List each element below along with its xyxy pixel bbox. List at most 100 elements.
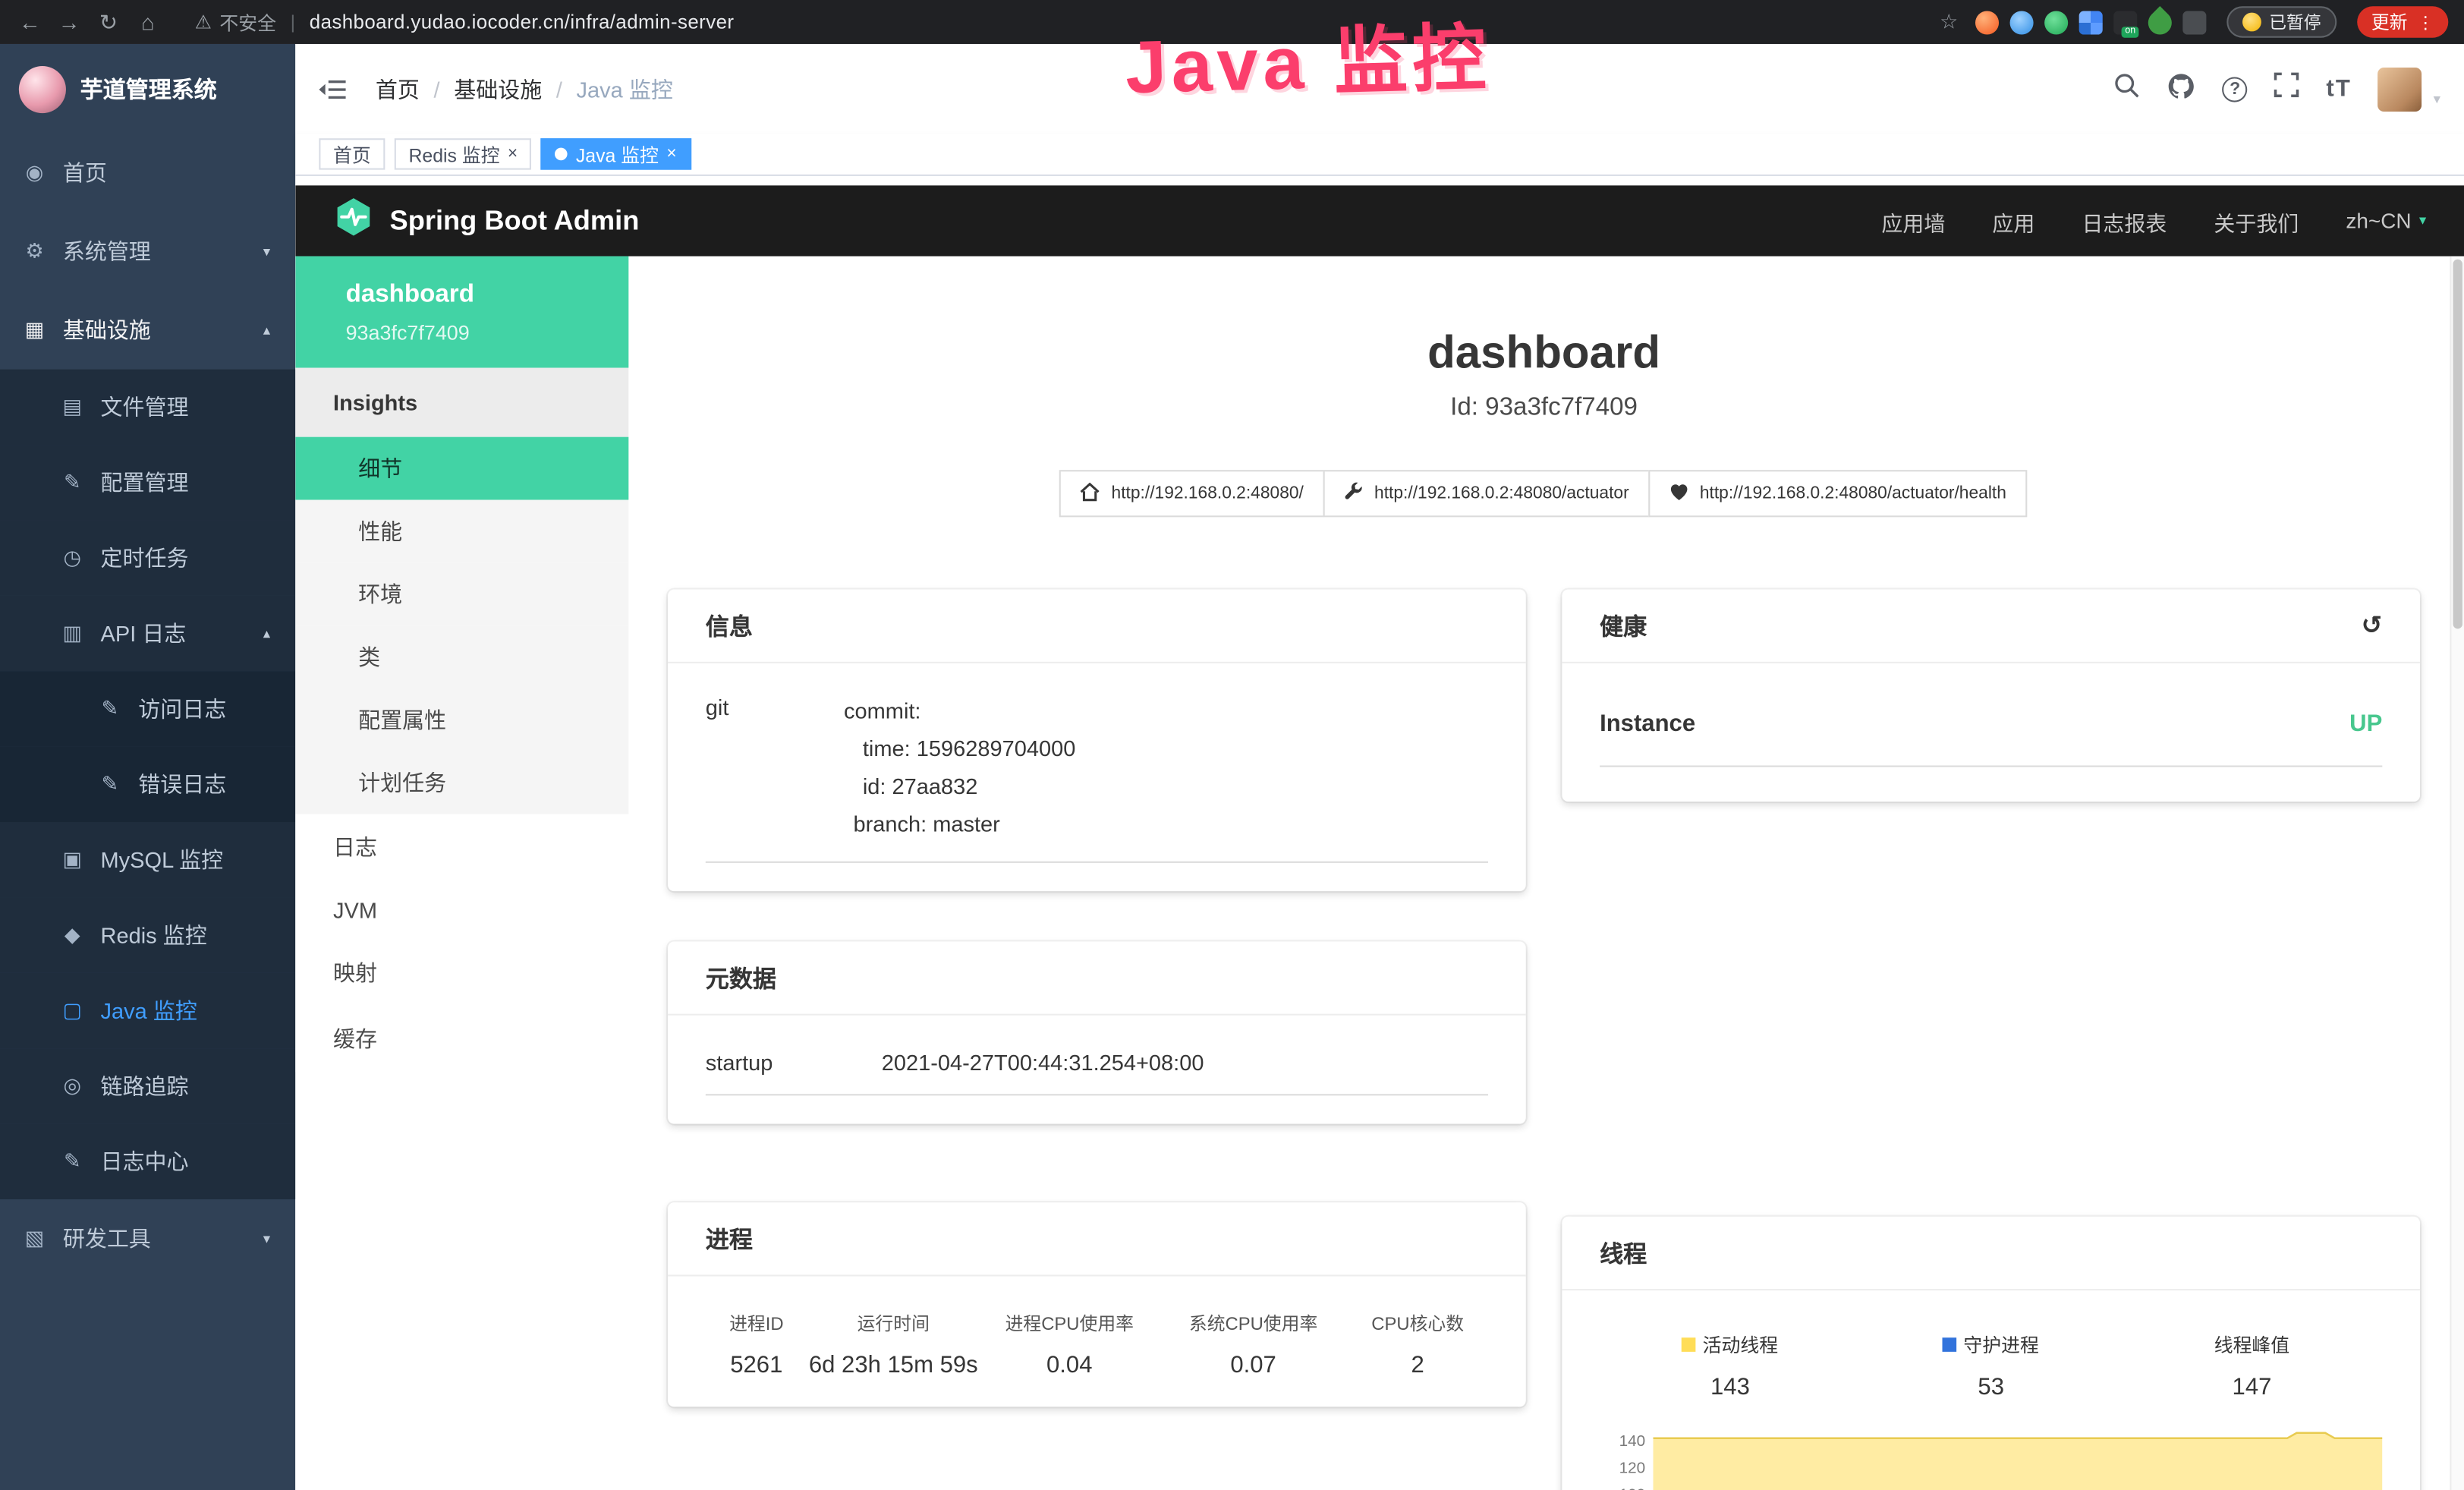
- tab-home[interactable]: 首页: [319, 138, 385, 169]
- tab-redis-monitor[interactable]: Redis 监控 ×: [395, 138, 532, 169]
- help-icon[interactable]: ?: [2223, 76, 2248, 101]
- instance-links: http://192.168.0.2:48080/ http://192.168…: [668, 470, 2420, 517]
- sidebar-item-redis-monitor[interactable]: ◆ Redis 监控: [0, 897, 295, 972]
- tab-java-monitor[interactable]: Java 监控 ×: [541, 138, 691, 169]
- sba-item-scheduled-tasks[interactable]: 计划任务: [295, 751, 628, 814]
- font-size-icon[interactable]: tT: [2326, 75, 2351, 102]
- process-card: 进程 进程ID5261 运行时间6d 23h 15m 59s 进程CPU使用率0…: [668, 1202, 1526, 1407]
- extension-green-icon[interactable]: [2044, 10, 2068, 33]
- sba-nav: 应用墙 应用 日志报表 关于我们 zh~CN ▾: [1881, 205, 2426, 236]
- log-icon: ▥: [60, 621, 85, 646]
- sba-item-config-props[interactable]: 配置属性: [295, 688, 628, 751]
- breadcrumb: 首页 / 基础设施 / Java 监控: [376, 73, 673, 104]
- close-icon[interactable]: ×: [508, 146, 518, 163]
- fullscreen-icon[interactable]: [2274, 72, 2299, 105]
- extension-fox-icon[interactable]: [1975, 10, 1999, 33]
- sba-nav-applications[interactable]: 应用: [1992, 205, 2034, 236]
- sidebar-fold-icon[interactable]: [319, 78, 347, 100]
- sidebar-item-access-logs[interactable]: ✎ 访问日志: [0, 671, 295, 746]
- search-icon[interactable]: [2114, 71, 2141, 106]
- health-card-title: 健康: [1600, 609, 1647, 641]
- paused-badge[interactable]: 已暂停: [2226, 6, 2337, 37]
- legend-blue-swatch: [1943, 1337, 1958, 1352]
- sba-section-insights[interactable]: Insights: [295, 368, 628, 437]
- sidebar-item-scheduled-tasks[interactable]: ◷ 定时任务: [0, 520, 295, 595]
- tools-icon: ▧: [22, 1226, 47, 1251]
- status-badge: UP: [2349, 710, 2382, 737]
- chevron-down-icon: ▾: [263, 1230, 270, 1247]
- extensions-puzzle-icon[interactable]: [2182, 10, 2206, 33]
- history-icon[interactable]: ↺: [2362, 610, 2383, 641]
- sba-item-classes[interactable]: 类: [295, 625, 628, 688]
- sidebar-item-api-logs[interactable]: ▥ API 日志 ▴: [0, 596, 295, 671]
- address-bar[interactable]: ⚠ 不安全 | dashboard.yudao.iocoder.cn/infra…: [195, 8, 735, 35]
- sba-item-metrics[interactable]: 性能: [295, 500, 628, 563]
- git-info-row: git commit: time: 1596289704000 id: 27aa…: [706, 691, 1488, 863]
- infrastructure-icon: ▦: [22, 317, 47, 342]
- metadata-card: 元数据 startup 2021-04-27T00:44:31.254+08:0…: [668, 941, 1526, 1123]
- extension-on-badge-icon[interactable]: on: [2113, 10, 2137, 33]
- breadcrumb-infrastructure[interactable]: 基础设施: [454, 73, 542, 104]
- breadcrumb-current: Java 监控: [577, 73, 673, 104]
- tab-bar: 首页 Redis 监控 × Java 监控 ×: [295, 134, 2464, 176]
- browser-chrome: ← → ↻ ⌂ ⚠ 不安全 | dashboard.yudao.iocoder.…: [0, 0, 2464, 44]
- sidebar-item-log-center[interactable]: ✎ 日志中心: [0, 1124, 295, 1199]
- locale-dropdown[interactable]: zh~CN ▾: [2346, 209, 2426, 232]
- database-icon: ▣: [60, 847, 85, 872]
- sidebar-item-dev-tools[interactable]: ▧ 研发工具 ▾: [0, 1199, 295, 1278]
- service-url-link[interactable]: http://192.168.0.2:48080/: [1059, 470, 1324, 517]
- scrollbar-thumb[interactable]: [2453, 260, 2462, 629]
- app-logo[interactable]: 芋道管理系统: [0, 44, 295, 134]
- warning-icon: ⚠: [195, 11, 212, 33]
- sba-brand[interactable]: Spring Boot Admin: [333, 197, 639, 245]
- sidebar-item-java-monitor[interactable]: ▢ Java 监控: [0, 973, 295, 1048]
- sidebar-item-system[interactable]: ⚙ 系统管理 ▾: [0, 213, 295, 291]
- sba-nav-about[interactable]: 关于我们: [2214, 205, 2299, 236]
- sba-nav-journal[interactable]: 日志报表: [2082, 205, 2167, 236]
- logo-avatar: [19, 65, 66, 112]
- update-button[interactable]: 更新 ⋮: [2357, 6, 2448, 37]
- avatar-caret-icon[interactable]: ▾: [2434, 91, 2440, 109]
- sba-item-caches[interactable]: 缓存: [295, 1006, 628, 1072]
- back-icon[interactable]: ←: [16, 0, 44, 44]
- sba-item-details[interactable]: 细节: [295, 437, 628, 500]
- sidebar-item-mysql-monitor[interactable]: ▣ MySQL 监控: [0, 822, 295, 897]
- sba-logo-icon: [333, 197, 374, 245]
- sidebar-item-config-management[interactable]: ✎ 配置管理: [0, 445, 295, 520]
- heart-icon: [1668, 482, 1688, 506]
- health-instance-row: Instance UP: [1600, 698, 2382, 767]
- breadcrumb-home[interactable]: 首页: [376, 73, 420, 104]
- sidebar-item-trace[interactable]: ◎ 链路追踪: [0, 1048, 295, 1123]
- reload-icon[interactable]: ↻: [94, 0, 122, 44]
- sba-item-mappings[interactable]: 映射: [295, 940, 628, 1006]
- sidebar-item-home[interactable]: ◉ 首页: [0, 134, 295, 213]
- sba-main: dashboard Id: 93a3fc7f7409 http://192.16…: [628, 257, 2464, 1490]
- github-icon[interactable]: [2167, 71, 2195, 106]
- process-table: 进程ID5261 运行时间6d 23h 15m 59s 进程CPU使用率0.04…: [706, 1305, 1488, 1378]
- health-url-link[interactable]: http://192.168.0.2:48080/actuator/health: [1648, 470, 2027, 517]
- sidebar-item-error-logs[interactable]: ✎ 错误日志: [0, 747, 295, 822]
- bookmark-star-icon[interactable]: ☆: [1940, 9, 1958, 34]
- edit-icon: ✎: [60, 470, 85, 495]
- user-avatar[interactable]: [2378, 67, 2422, 111]
- extension-grid-icon[interactable]: [2079, 10, 2103, 33]
- actuator-url-link[interactable]: http://192.168.0.2:48080/actuator: [1323, 470, 1650, 517]
- sidebar-item-file-management[interactable]: ▤ 文件管理: [0, 370, 295, 445]
- extension-drop-icon[interactable]: [2010, 10, 2034, 33]
- extension-leaf-icon[interactable]: [2143, 5, 2176, 39]
- sba-item-jvm[interactable]: JVM: [295, 880, 628, 940]
- app-title: 芋道管理系统: [80, 72, 217, 105]
- sba-nav-wallboard[interactable]: 应用墙: [1881, 205, 1945, 236]
- url-divider: |: [291, 11, 295, 33]
- close-icon[interactable]: ×: [666, 146, 676, 163]
- sba-item-environment[interactable]: 环境: [295, 562, 628, 625]
- screen: ← → ↻ ⌂ ⚠ 不安全 | dashboard.yudao.iocoder.…: [0, 0, 2464, 1490]
- forward-icon[interactable]: →: [55, 0, 83, 44]
- scrollbar[interactable]: [2450, 257, 2464, 1490]
- sba-item-logs[interactable]: 日志: [295, 814, 628, 880]
- sidebar-item-infrastructure[interactable]: ▦ 基础设施 ▴: [0, 291, 295, 370]
- home-icon[interactable]: ⌂: [134, 0, 162, 44]
- sba-instance-header[interactable]: dashboard 93a3fc7f7409: [295, 257, 628, 368]
- gear-icon: ⚙: [22, 239, 47, 264]
- kebab-menu-icon[interactable]: ⋮: [2417, 12, 2434, 33]
